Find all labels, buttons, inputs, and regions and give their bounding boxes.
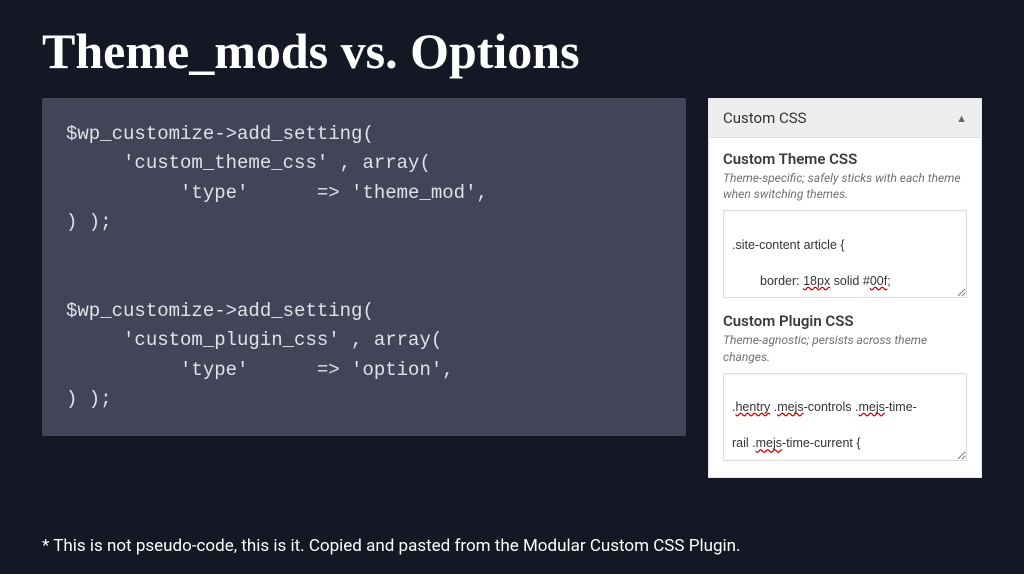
custom-theme-css-desc: Theme-specific; safely sticks with each …: [723, 170, 967, 202]
code-block: $wp_customize->add_setting( 'custom_them…: [42, 98, 686, 436]
custom-plugin-css-input[interactable]: .hentry .mejs-controls .mejs-time- rail …: [723, 373, 967, 461]
customizer-panel: Custom CSS ▲ Custom Theme CSS Theme-spec…: [708, 98, 982, 478]
custom-plugin-css-label: Custom Plugin CSS: [723, 312, 967, 330]
collapse-icon: ▲: [956, 112, 967, 125]
footnote: * This is not pseudo-code, this is it. C…: [42, 536, 741, 556]
custom-plugin-css-desc: Theme-agnostic; persists across theme ch…: [723, 332, 967, 364]
custom-theme-css-label: Custom Theme CSS: [723, 150, 967, 168]
panel-header-title: Custom CSS: [723, 109, 807, 127]
custom-theme-css-input[interactable]: .site-content article { border: 18px sol…: [723, 210, 967, 298]
slide-title: Theme_mods vs. Options: [0, 0, 1024, 80]
panel-header[interactable]: Custom CSS ▲: [709, 99, 981, 138]
